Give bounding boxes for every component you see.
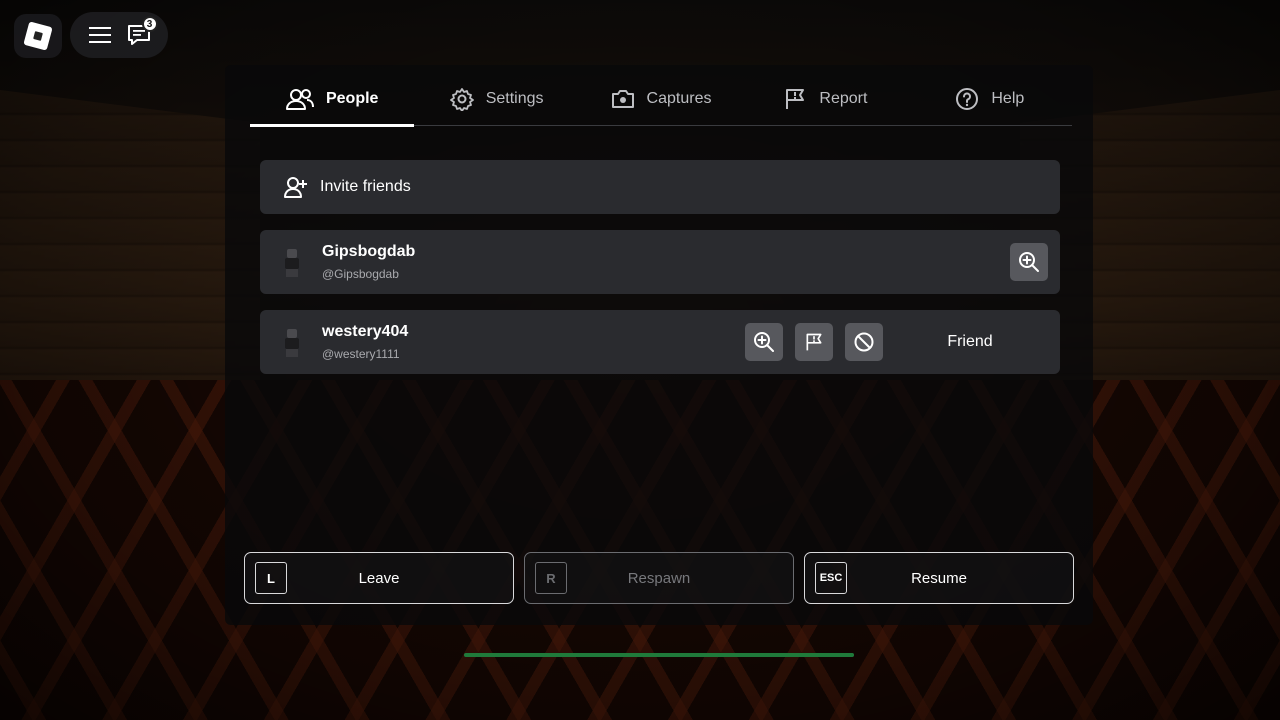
gear-icon — [449, 87, 474, 111]
respawn-button[interactable]: R Respawn — [524, 552, 794, 604]
zoom-in-icon — [1019, 252, 1039, 272]
invite-friends-label: Invite friends — [320, 178, 411, 195]
tab-people[interactable]: People — [250, 72, 415, 127]
block-button[interactable] — [845, 323, 883, 361]
block-icon — [854, 332, 874, 352]
tab-label: Settings — [485, 89, 544, 107]
player-actions — [1010, 243, 1048, 281]
player-row: westery404 @westery1111 Friend — [260, 310, 1060, 374]
flag-icon — [806, 333, 822, 351]
avatar — [280, 327, 304, 357]
tab-label: Report — [819, 89, 868, 107]
camera-icon — [611, 89, 634, 108]
player-display-name: westery404 — [322, 323, 409, 340]
tab-label: People — [325, 89, 379, 107]
tab-label: Captures — [646, 89, 712, 107]
tab-label: Help — [991, 89, 1025, 107]
menu-tabs: People Settings Captures Report Help — [250, 72, 1072, 127]
keycap: R — [535, 562, 567, 594]
help-icon — [956, 87, 979, 110]
tab-report[interactable]: Report — [743, 72, 907, 125]
avatar — [280, 247, 304, 277]
inspect-button[interactable] — [1010, 243, 1048, 281]
tab-settings[interactable]: Settings — [414, 72, 578, 125]
tab-captures[interactable]: Captures — [579, 72, 743, 125]
hamburger-menu-icon[interactable] — [85, 20, 115, 50]
player-username: @Gipsbogdab — [322, 267, 399, 281]
report-button[interactable] — [795, 323, 833, 361]
topbar-controls: 3 — [70, 12, 168, 58]
player-row: Gipsbogdab @Gipsbogdab — [260, 230, 1060, 294]
player-actions — [745, 323, 883, 361]
player-username: @westery1111 — [322, 347, 400, 361]
keycap: L — [255, 562, 287, 594]
add-friend-icon — [284, 177, 307, 198]
inspect-button[interactable] — [745, 323, 783, 361]
flag-icon — [786, 88, 805, 109]
leave-button[interactable]: L Leave — [244, 552, 514, 604]
chat-icon[interactable]: 3 — [124, 16, 158, 50]
invite-friends-button[interactable]: Invite friends — [260, 160, 1060, 214]
keycap: ESC — [815, 562, 847, 594]
player-display-name: Gipsbogdab — [322, 243, 416, 260]
friend-button[interactable]: Friend — [880, 310, 1060, 374]
roblox-logo-button[interactable] — [14, 14, 62, 58]
tab-help[interactable]: Help — [908, 72, 1072, 125]
resume-button[interactable]: ESC Resume — [804, 552, 1074, 604]
progress-fill — [464, 653, 854, 657]
people-icon — [285, 88, 314, 110]
roblox-logo-icon — [23, 21, 53, 51]
zoom-in-icon — [754, 332, 774, 352]
chat-badge: 3 — [141, 16, 158, 32]
loading-progress-bar — [464, 653, 854, 657]
